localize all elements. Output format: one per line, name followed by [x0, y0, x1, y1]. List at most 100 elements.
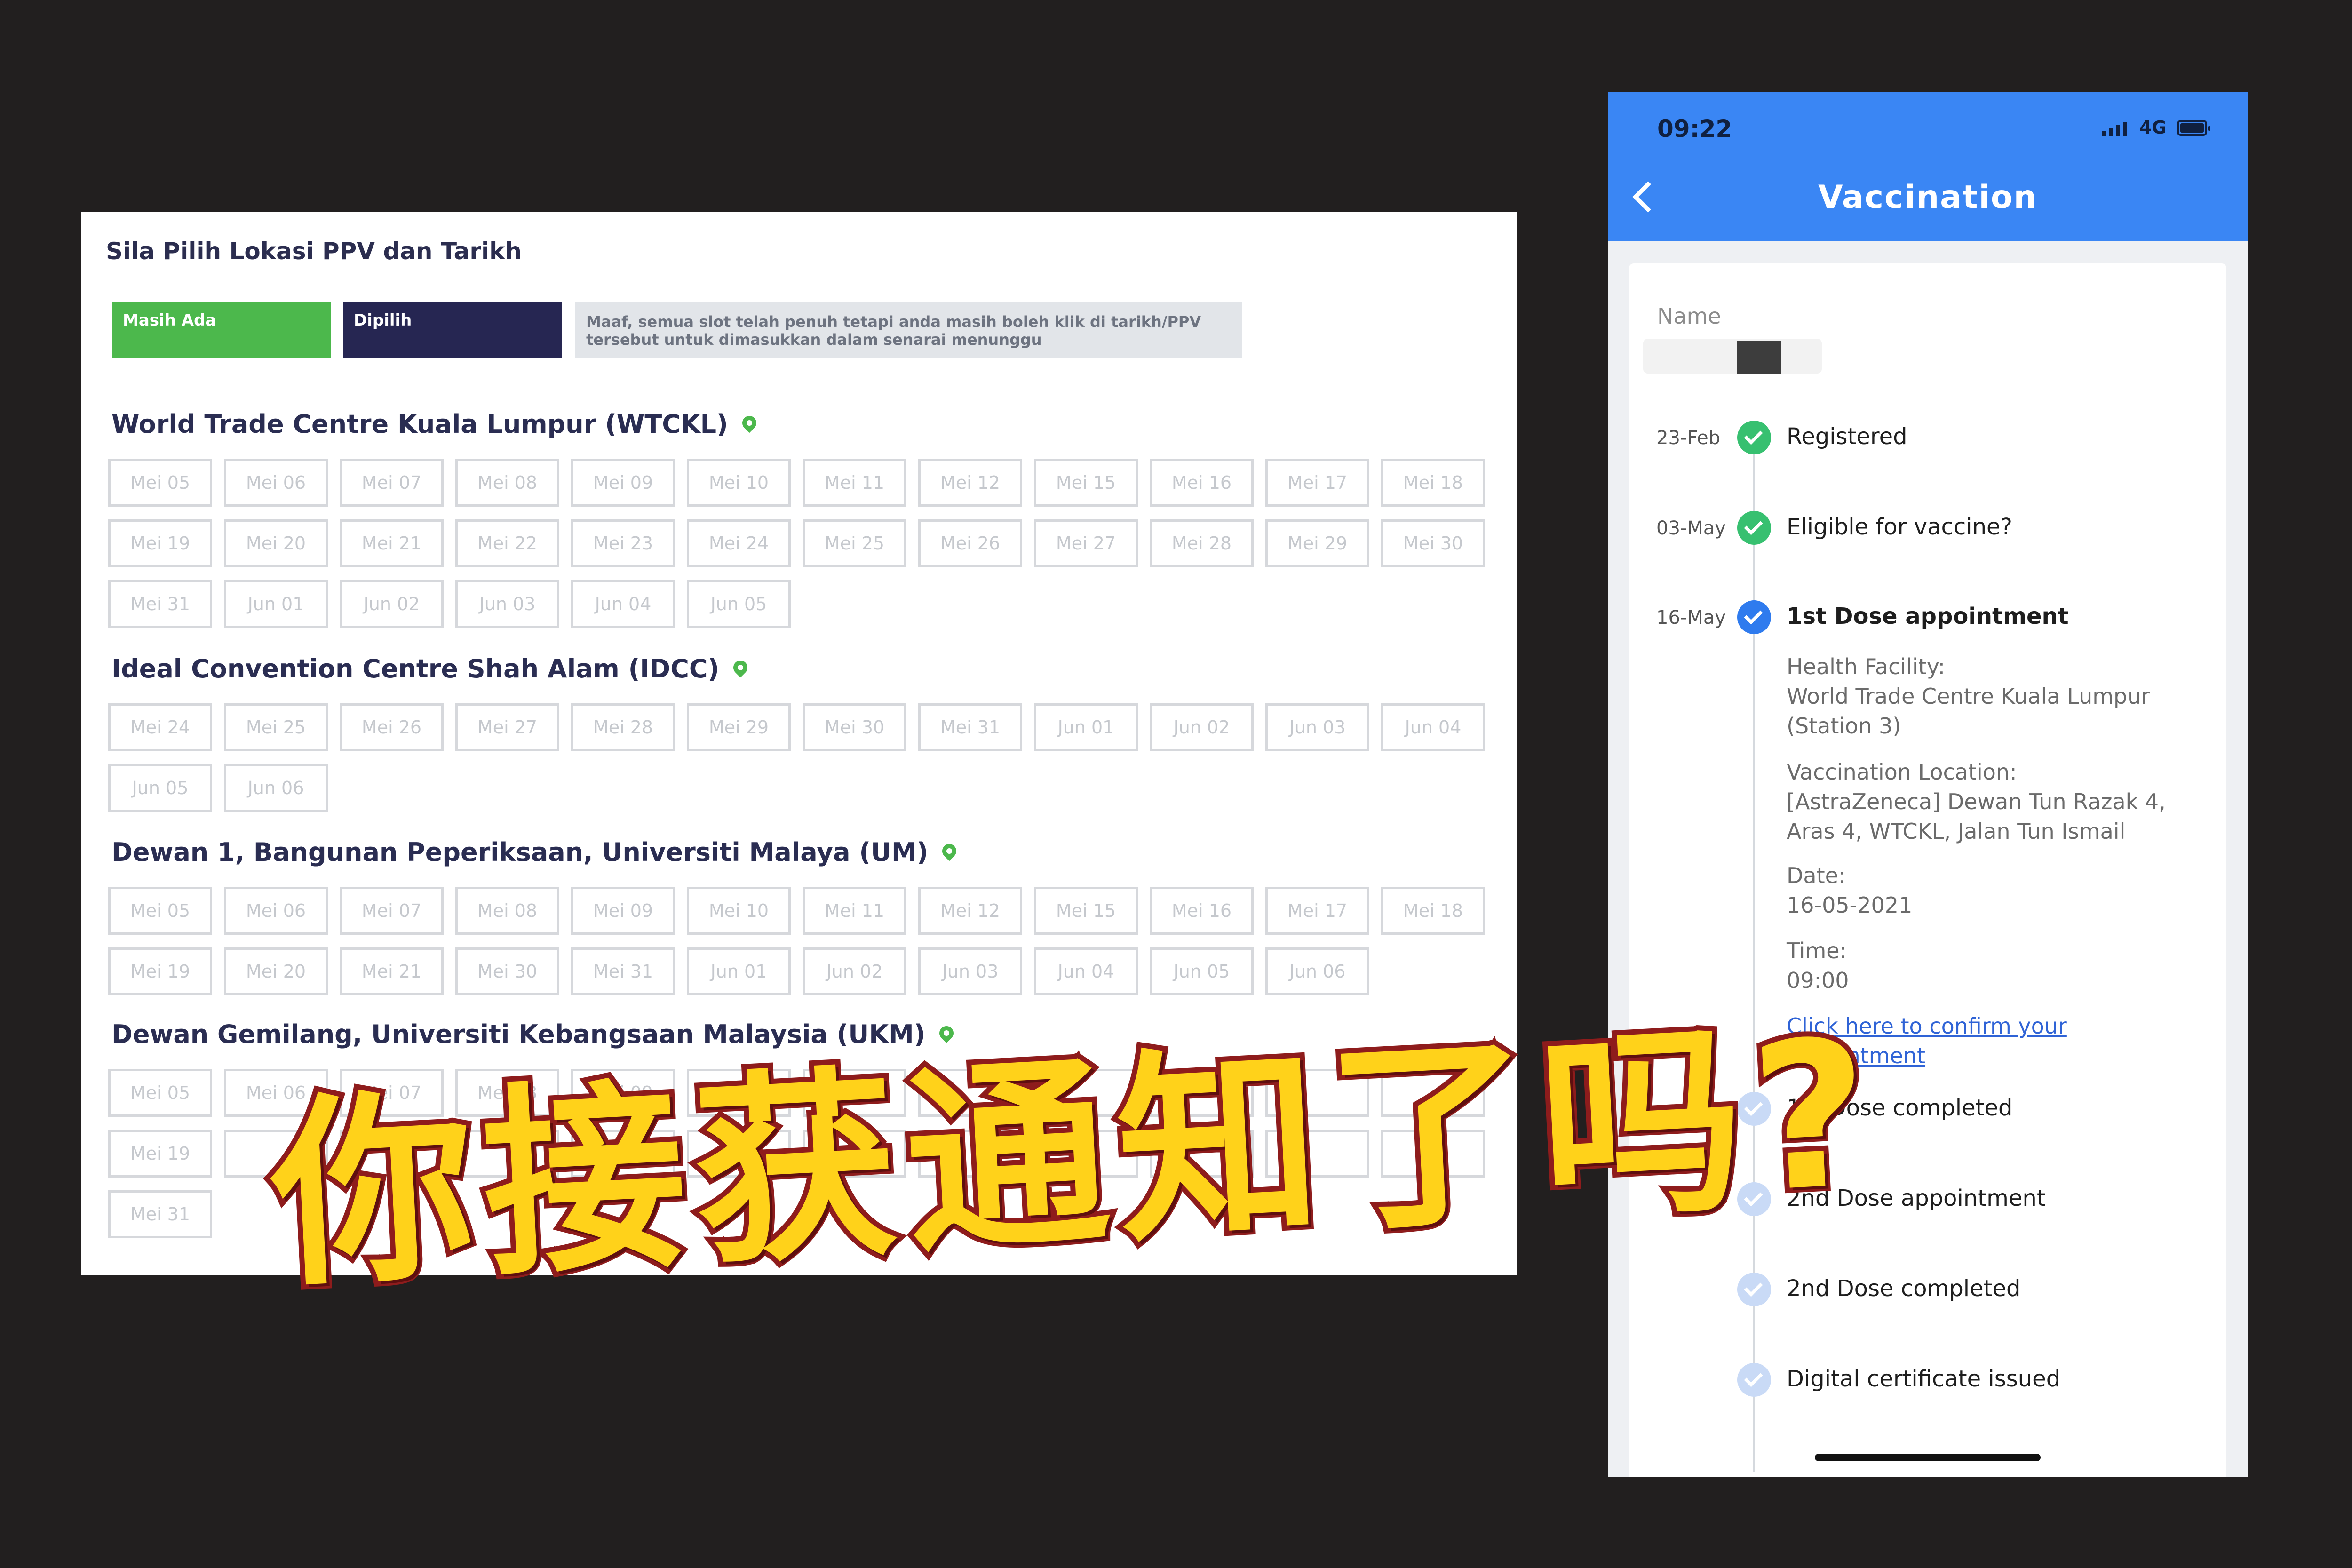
- date-slot[interactable]: Mei 31: [918, 703, 1022, 751]
- map-pin-icon: [939, 841, 960, 861]
- date-slot[interactable]: Jun 03: [1265, 703, 1369, 751]
- date-slot[interactable]: Mei 22: [455, 519, 559, 567]
- location-name: World Trade Centre Kuala Lumpur (WTCKL): [111, 409, 728, 439]
- date-slot[interactable]: Jun 06: [224, 764, 328, 812]
- date-slot[interactable]: Mei 12: [918, 887, 1022, 935]
- date-slot[interactable]: Mei 31: [571, 947, 675, 995]
- date-slot[interactable]: Jun 01: [224, 580, 328, 628]
- date-slot[interactable]: Jun 02: [340, 580, 444, 628]
- date-slot[interactable]: Mei 20: [224, 519, 328, 567]
- date-slot[interactable]: Mei 25: [224, 703, 328, 751]
- date-slot[interactable]: Jun 05: [687, 580, 791, 628]
- date-slot[interactable]: Mei 21: [340, 519, 444, 567]
- date-slot[interactable]: Mei 12: [918, 459, 1022, 507]
- date-slot[interactable]: Mei 15: [1034, 459, 1138, 507]
- date-slot[interactable]: Mei 17: [1265, 887, 1369, 935]
- date-slot[interactable]: Mei 05: [108, 459, 212, 507]
- date-slot[interactable]: Mei 07: [340, 887, 444, 935]
- date-slot[interactable]: Jun 04: [1381, 703, 1485, 751]
- status-time: 09:22: [1657, 115, 1732, 143]
- step-label: 2nd Dose completed: [1787, 1275, 2021, 1302]
- date-slot[interactable]: Mei 29: [687, 703, 791, 751]
- step-label: Eligible for vaccine?: [1787, 514, 2013, 540]
- date-slot[interactable]: Mei 08: [455, 887, 559, 935]
- step-date: 23-Feb: [1656, 427, 1721, 449]
- date-value: 16-05-2021: [1787, 892, 1913, 918]
- date-slot[interactable]: Mei 27: [1034, 519, 1138, 567]
- date-slot[interactable]: Jun 03: [455, 580, 559, 628]
- date-slot[interactable]: Mei 30: [803, 703, 906, 751]
- step-label: Digital certificate issued: [1787, 1366, 2061, 1392]
- location-value: [AstraZeneca] Dewan Tun Razak 4, Aras 4,…: [1787, 789, 2166, 844]
- date-slot[interactable]: Jun 02: [803, 947, 906, 995]
- date-slot[interactable]: Mei 20: [224, 947, 328, 995]
- header-title: Vaccination: [1818, 179, 2037, 216]
- date-slot[interactable]: Mei 28: [571, 703, 675, 751]
- date-slot[interactable]: Mei 29: [1265, 519, 1369, 567]
- date-slot[interactable]: Mei 09: [571, 459, 675, 507]
- date-slot[interactable]: Mei 24: [108, 703, 212, 751]
- location-name: Ideal Convention Centre Shah Alam (IDCC): [111, 654, 720, 684]
- date-slot[interactable]: Mei 06: [224, 459, 328, 507]
- date-slot[interactable]: Mei 19: [108, 947, 212, 995]
- date-slot[interactable]: Mei 21: [340, 947, 444, 995]
- facility-label: Health Facility:: [1787, 654, 1946, 679]
- home-indicator: [1815, 1454, 2041, 1461]
- date-slot[interactable]: Mei 31: [108, 580, 212, 628]
- date-slot[interactable]: Mei 27: [455, 703, 559, 751]
- date-slot[interactable]: Mei 15: [1034, 887, 1138, 935]
- app-header: 09:22 4G Vaccination: [1608, 92, 2248, 241]
- date-label: Date:: [1787, 863, 1846, 888]
- date-slot[interactable]: Mei 10: [687, 887, 791, 935]
- date-slot[interactable]: Mei 19: [108, 1130, 212, 1178]
- date-slot[interactable]: Jun 01: [1034, 703, 1138, 751]
- date-slot[interactable]: Mei 26: [340, 703, 444, 751]
- date-slot[interactable]: Mei 19: [108, 519, 212, 567]
- date-slot[interactable]: Mei 28: [1150, 519, 1254, 567]
- step-date: 03-May: [1656, 517, 1726, 539]
- date-slot[interactable]: Mei 18: [1381, 459, 1485, 507]
- date-slot[interactable]: Jun 01: [687, 947, 791, 995]
- date-slot-grid: Mei 05 Mei 06 Mei 07 Mei 08 Mei 09 Mei 10 Mei …: [108, 459, 1485, 628]
- step-label: 1st Dose appointment: [1787, 603, 2069, 629]
- date-slot[interactable]: Mei 11: [803, 887, 906, 935]
- date-slot[interactable]: Mei 07: [340, 459, 444, 507]
- date-slot[interactable]: Mei 08: [455, 459, 559, 507]
- check-icon: [1737, 1273, 1771, 1306]
- date-slot[interactable]: Mei 30: [455, 947, 559, 995]
- phone-screen: 09:22 4G Vaccination Name 23-Feb Registe…: [1608, 92, 2248, 1477]
- name-value-redacted: [1643, 339, 1822, 374]
- date-slot[interactable]: Mei 30: [1381, 519, 1485, 567]
- redaction-block: [1737, 341, 1781, 374]
- legend-available: Masih Ada: [112, 302, 331, 358]
- date-slot[interactable]: Mei 17: [1265, 459, 1369, 507]
- date-slot[interactable]: Mei 05: [108, 887, 212, 935]
- date-slot[interactable]: Mei 16: [1150, 887, 1254, 935]
- vaccination-card: Name 23-Feb Registered 03-May Eligible f…: [1629, 263, 2226, 1477]
- date-slot[interactable]: Mei 06: [224, 887, 328, 935]
- date-slot[interactable]: Mei 05: [108, 1069, 212, 1117]
- date-slot[interactable]: Jun 03: [918, 947, 1022, 995]
- date-slot[interactable]: Mei 18: [1381, 887, 1485, 935]
- date-slot[interactable]: Jun 04: [571, 580, 675, 628]
- legend-full-note: Maaf, semua slot telah penuh tetapi anda…: [575, 302, 1242, 358]
- date-slot[interactable]: Mei 10: [687, 459, 791, 507]
- check-icon: [1737, 511, 1771, 545]
- date-slot[interactable]: Mei 09: [571, 887, 675, 935]
- date-slot[interactable]: Mei 23: [571, 519, 675, 567]
- battery-icon: [2177, 120, 2210, 136]
- date-slot[interactable]: Mei 25: [803, 519, 906, 567]
- booking-title: Sila Pilih Lokasi PPV dan Tarikh: [106, 238, 522, 265]
- date-slot[interactable]: Mei 16: [1150, 459, 1254, 507]
- date-slot[interactable]: Jun 05: [108, 764, 212, 812]
- map-pin-icon: [739, 413, 759, 433]
- step-date: 16-May: [1656, 607, 1726, 629]
- date-slot[interactable]: Mei 31: [108, 1190, 212, 1238]
- date-slot[interactable]: Jun 02: [1150, 703, 1254, 751]
- check-icon: [1737, 600, 1771, 634]
- facility-value: World Trade Centre Kuala Lumpur (Station…: [1787, 684, 2150, 739]
- date-slot[interactable]: Mei 26: [918, 519, 1022, 567]
- date-slot[interactable]: Mei 11: [803, 459, 906, 507]
- date-slot[interactable]: Mei 24: [687, 519, 791, 567]
- signal-icon: [2102, 121, 2127, 136]
